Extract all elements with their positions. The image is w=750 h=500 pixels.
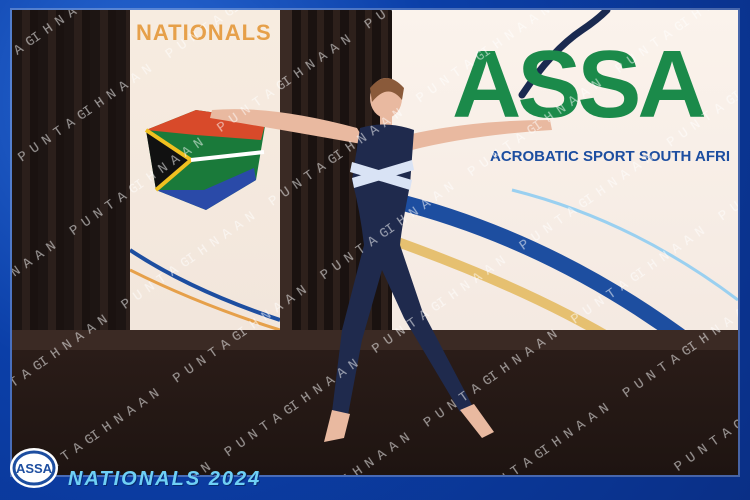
- gymnast-figure: [210, 78, 552, 442]
- event-photo: NATIONALS ASSA ACROBATIC SPORT SOUTH AFR…: [12, 10, 738, 475]
- photo-frame: NATIONALS ASSA ACROBATIC SPORT SOUTH AFR…: [0, 0, 750, 500]
- nationals-2024-label: NATIONALS 2024: [68, 468, 262, 490]
- assa-logo-badge: ASSA: [10, 448, 58, 488]
- assa-logo-text: ASSA: [16, 461, 53, 476]
